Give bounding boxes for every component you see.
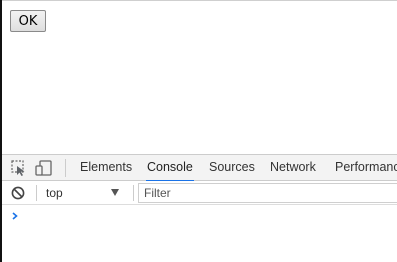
dropdown-arrow-icon xyxy=(111,189,119,196)
tab-sources[interactable]: Sources xyxy=(209,155,255,181)
devtools-tab-bar: Elements Console Sources Network Perform… xyxy=(2,155,397,182)
toolbar-divider xyxy=(65,159,66,177)
execution-context-select[interactable]: top xyxy=(38,183,128,203)
toolbar-divider xyxy=(36,185,37,201)
tab-console[interactable]: Console xyxy=(146,155,194,182)
inspect-element-icon[interactable] xyxy=(11,160,27,176)
clear-console-icon[interactable] xyxy=(11,186,25,200)
tab-elements[interactable]: Elements xyxy=(80,155,132,181)
console-output[interactable] xyxy=(2,205,397,262)
console-filter-input[interactable] xyxy=(138,183,397,203)
console-toolbar: top xyxy=(2,181,397,205)
tab-performance[interactable]: Performanc xyxy=(335,155,397,181)
tab-network[interactable]: Network xyxy=(270,155,316,181)
console-prompt-icon xyxy=(10,209,20,221)
execution-context-value: top xyxy=(46,186,63,200)
devtools-panel: Elements Console Sources Network Perform… xyxy=(2,154,397,262)
ok-button[interactable]: OK xyxy=(10,10,46,32)
device-toolbar-icon[interactable] xyxy=(35,159,53,177)
toolbar-divider xyxy=(133,185,134,201)
page-viewport: OK xyxy=(2,1,397,154)
